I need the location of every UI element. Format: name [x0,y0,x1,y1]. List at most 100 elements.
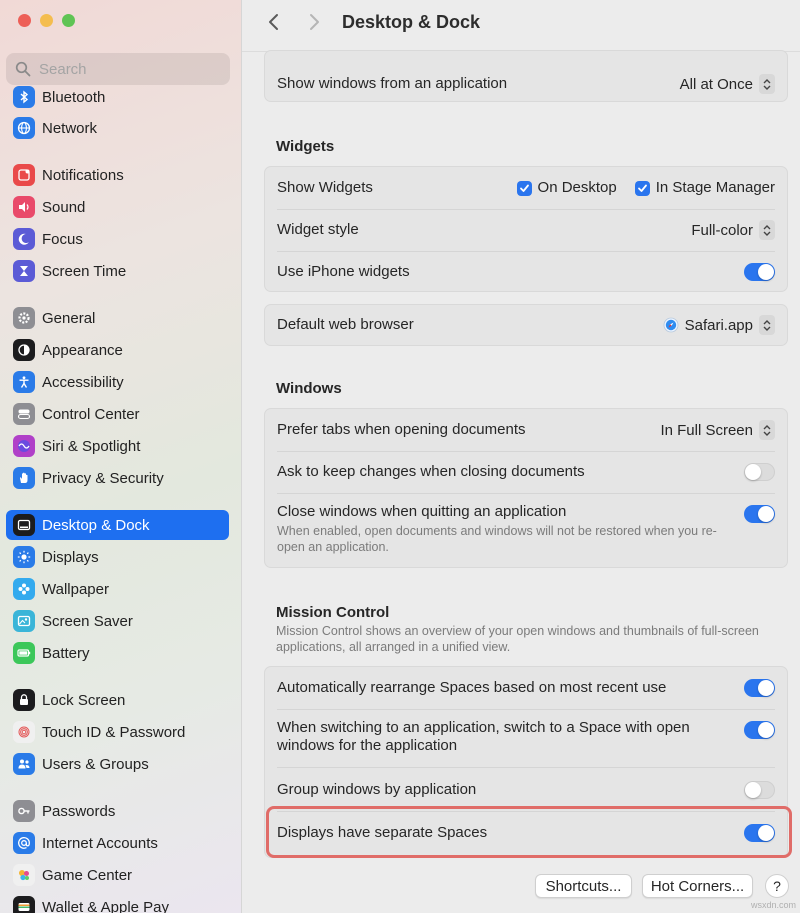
sidebar-item-label: Displays [42,548,99,566]
switch-space-row: When switching to an application, switch… [265,719,787,759]
iphone-widgets-toggle[interactable] [744,263,775,281]
sidebar-item-siri-spotlight[interactable]: Siri & Spotlight [6,431,229,461]
prefer-tabs-value: In Full Screen [660,421,753,439]
lock-icon [13,689,35,711]
in-stage-manager-checkbox[interactable]: In Stage Manager [634,179,775,197]
sidebar-item-bluetooth[interactable]: Bluetooth [6,82,229,112]
sidebar-item-focus[interactable]: Focus [6,224,229,254]
zoom-window-button[interactable] [62,14,75,27]
divider [277,767,775,768]
sun-icon [13,546,35,568]
game-center-icon [13,864,35,886]
hot-corners-button[interactable]: Hot Corners... [642,874,753,898]
appearance-icon [13,339,35,361]
sidebar-item-control-center[interactable]: Control Center [6,399,229,429]
key-icon [13,800,35,822]
sidebar-item-label: Bluetooth [42,88,106,106]
on-desktop-checkbox[interactable]: On Desktop [516,179,617,197]
browser-row: Default web browser Safari.app [265,312,787,338]
show-windows-popup[interactable]: All at Once [680,74,775,94]
ask-keep-row: Ask to keep changes when closing documen… [265,459,787,485]
dock-icon [13,514,35,536]
switch-space-toggle[interactable] [744,721,775,739]
widget-style-popup[interactable]: Full-color [691,220,775,240]
shortcuts-button[interactable]: Shortcuts... [535,874,632,898]
titlebar: Desktop & Dock [242,0,800,52]
sidebar-item-accessibility[interactable]: Accessibility [6,367,229,397]
forward-button[interactable] [302,10,326,34]
sidebar-item-label: Screen Time [42,262,127,280]
close-windows-row: Close windows when quitting an applicati… [265,503,787,559]
in-stage-manager-label: In Stage Manager [655,179,775,196]
sidebar-item-label: Passwords [42,802,116,820]
back-button[interactable] [262,10,286,34]
sidebar-item-label: Sound [42,198,86,216]
mission-control-section-title: Mission Control [276,604,390,621]
sidebar-item-label: Control Center [42,405,140,423]
toggle-knob [758,722,774,738]
show-windows-row: Show windows from an application All at … [265,71,787,97]
sidebar-item-wallet-apple-pay[interactable]: Wallet & Apple Pay [6,892,229,913]
toggle-knob [758,264,774,280]
sidebar-item-label: Screen Saver [42,612,133,630]
sidebar-item-lock-screen[interactable]: Lock Screen [6,685,229,715]
widget-style-row: Widget style Full-color [265,217,787,243]
help-button[interactable]: ? [765,874,789,898]
divider [277,709,775,710]
auto-rearrange-toggle[interactable] [744,679,775,697]
mission-control-description: Mission Control shows an overview of you… [276,624,759,654]
close-windows-description: When enabled, open documents and windows… [277,524,717,554]
safari-icon [663,317,679,333]
dock-card: Show windows from an application All at … [264,50,788,102]
toggles-icon [13,403,35,425]
ask-keep-toggle[interactable] [744,463,775,481]
sidebar-item-screen-time[interactable]: Screen Time [6,256,229,286]
sidebar-item-displays[interactable]: Displays [6,542,229,572]
sidebar-item-touch-id-password[interactable]: Touch ID & Password [6,717,229,747]
browser-value: Safari.app [684,316,753,334]
sidebar-item-battery[interactable]: Battery [6,638,229,668]
close-window-button[interactable] [18,14,31,27]
wallet-icon [13,896,35,913]
windows-section-title: Windows [276,380,342,397]
ask-keep-label: Ask to keep changes when closing documen… [277,463,585,480]
bell-icon [13,164,35,186]
search-field[interactable] [6,53,230,85]
globe-icon [13,117,35,139]
sidebar-item-notifications[interactable]: Notifications [6,160,229,190]
sidebar-item-privacy-security[interactable]: Privacy & Security [6,463,229,493]
sidebar-item-appearance[interactable]: Appearance [6,335,229,365]
bluetooth-icon [13,86,35,108]
sidebar-item-desktop-dock[interactable]: Desktop & Dock [6,510,229,540]
sidebar-item-users-groups[interactable]: Users & Groups [6,749,229,779]
sidebar-item-label: Desktop & Dock [42,516,150,534]
sidebar-item-internet-accounts[interactable]: Internet Accounts [6,828,229,858]
updown-chevron-icon [759,420,775,440]
close-windows-toggle[interactable] [744,505,775,523]
windows-card: Prefer tabs when opening documents In Fu… [264,408,788,568]
sidebar-item-label: Privacy & Security [42,469,164,487]
sidebar-item-sound[interactable]: Sound [6,192,229,222]
prefer-tabs-popup[interactable]: In Full Screen [660,420,775,440]
sidebar-item-game-center[interactable]: Game Center [6,860,229,890]
main-pane: Desktop & Dock Show windows from an appl… [242,0,800,913]
sidebar-item-wallpaper[interactable]: Wallpaper [6,574,229,604]
minimize-window-button[interactable] [40,14,53,27]
sidebar-item-passwords[interactable]: Passwords [6,796,229,826]
checkmark-icon [516,180,532,196]
sidebar-item-network[interactable]: Network [6,113,229,143]
group-windows-toggle[interactable] [744,781,775,799]
sidebar-item-general[interactable]: General [6,303,229,333]
search-input[interactable] [39,60,219,78]
updown-chevron-icon [759,220,775,240]
sidebar-item-screen-saver[interactable]: Screen Saver [6,606,229,636]
toggle-knob [745,782,761,798]
window-controls [18,14,75,27]
toggle-knob [745,464,761,480]
browser-popup[interactable]: Safari.app [663,315,775,335]
updown-chevron-icon [759,315,775,335]
moon-icon [13,228,35,250]
watermark: wsxdn.com [750,900,796,910]
sidebar: Bluetooth Network Notifications Sound Focus S… [0,0,242,913]
sidebar-item-label: Wallet & Apple Pay [42,898,170,913]
